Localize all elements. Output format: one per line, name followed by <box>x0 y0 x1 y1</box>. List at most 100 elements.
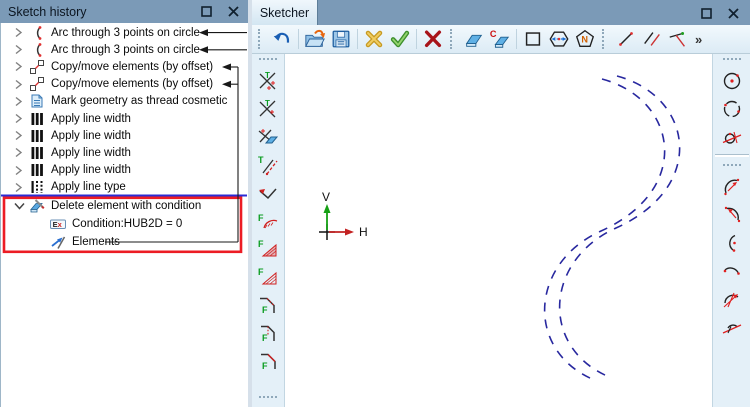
tab-sketcher[interactable]: Sketcher <box>252 0 318 25</box>
tab-sketcher-label: Sketcher <box>259 5 310 20</box>
fillet-triangle-filled-button[interactable]: F <box>255 236 281 262</box>
undo-icon <box>273 32 290 43</box>
tree-item-arc-1[interactable]: Arc through 3 points on circle <box>1 24 245 41</box>
toolbar-grip[interactable] <box>258 29 267 49</box>
tree-item-label: Apply line width <box>51 146 131 159</box>
corner-trim-icon <box>259 188 277 200</box>
line-type-icon <box>29 179 45 195</box>
save-icon <box>332 30 350 48</box>
chevron-right-icon[interactable] <box>14 79 25 90</box>
tree-item-condition[interactable]: Ex Condition:HUB2D = 0 <box>1 215 245 233</box>
cancel-yellow-icon <box>365 30 383 48</box>
fillet-triangle-button[interactable]: F <box>255 264 281 290</box>
tree-item-line-width-4[interactable]: Apply line width <box>1 162 245 179</box>
chamfer-dotted-button[interactable]: F <box>255 320 281 346</box>
chevron-right-icon[interactable] <box>14 44 25 55</box>
circle-points-button[interactable] <box>719 96 745 122</box>
arc-tangent-line-button[interactable] <box>719 314 745 340</box>
hexagon-tool-button[interactable] <box>546 27 572 51</box>
cancel-button[interactable] <box>361 27 387 51</box>
line-tool-button[interactable] <box>613 27 639 51</box>
trim-intersect-button[interactable]: T <box>255 68 281 94</box>
undo-button[interactable] <box>269 27 295 51</box>
tree-item-line-width-3[interactable]: Apply line width <box>1 144 245 161</box>
tree-item-thread-cosmetic[interactable]: Mark geometry as thread cosmetic <box>1 93 245 110</box>
axis-h-label: H <box>359 225 368 239</box>
maximize-icon <box>200 6 212 17</box>
tree-item-label: Copy/move elements (by offset) <box>51 60 214 73</box>
line-width-icon <box>29 128 45 144</box>
corner-trim-button[interactable] <box>255 180 281 206</box>
toolbar-grip[interactable] <box>450 29 459 49</box>
toolbar-grip[interactable] <box>722 164 741 171</box>
tree-item-line-width-2[interactable]: Apply line width <box>1 127 245 144</box>
open-button[interactable] <box>302 27 328 51</box>
tree-item-copy-move-1[interactable]: Copy/move elements (by offset) <box>1 58 245 75</box>
offset-line-icon: T <box>258 155 278 176</box>
toolbar-grip[interactable] <box>722 58 741 65</box>
expression-icon: Ex <box>50 216 66 232</box>
trim-intersect-alt-icon: T <box>259 99 276 118</box>
offset-curve-left <box>543 78 666 380</box>
delete-with-condition-icon <box>29 198 45 214</box>
tree-item-line-type[interactable]: Apply line type <box>1 179 245 196</box>
trim-delete-button[interactable] <box>255 124 281 150</box>
toolbar-grip[interactable] <box>602 29 611 49</box>
arc-center-dot-button[interactable] <box>719 230 745 256</box>
maximize-button[interactable] <box>199 5 213 19</box>
chevron-right-icon[interactable] <box>14 182 25 193</box>
chamfer-dashed-button[interactable]: F <box>255 292 281 318</box>
chamfer-solid-button[interactable]: F <box>255 348 281 374</box>
fillet-arc-button[interactable]: F <box>255 208 281 234</box>
line-width-icon <box>29 162 45 178</box>
tree-item-arc-2[interactable]: Arc through 3 points on circle <box>1 41 245 58</box>
toolbar-grip[interactable] <box>259 58 277 65</box>
tree-item-line-width-1[interactable]: Apply line width <box>1 110 245 127</box>
chevron-right-icon[interactable] <box>14 96 25 107</box>
toolbar-grip[interactable] <box>259 396 277 403</box>
tree-item-copy-move-2[interactable]: Copy/move elements (by offset) <box>1 76 245 93</box>
eraser-clear-button[interactable]: C <box>487 27 513 51</box>
eraser-button[interactable] <box>461 27 487 51</box>
tree-item-elements[interactable]: Elements <box>1 233 245 251</box>
arc-tangent-arrow-icon <box>723 292 738 308</box>
sketcher-canvas[interactable]: V H T T T F F F F F F <box>252 54 750 407</box>
chevron-right-icon[interactable] <box>14 147 25 158</box>
chevron-right-icon[interactable] <box>14 165 25 176</box>
tree-item-delete-with-condition[interactable]: Delete element with condition <box>1 197 245 215</box>
chevron-down-icon[interactable] <box>14 201 25 212</box>
toolbar-separator <box>357 29 358 49</box>
arc-endpoints-button[interactable] <box>719 258 745 284</box>
tree-item-label: Apply line width <box>51 164 131 177</box>
polygon-n-tool-button[interactable]: N <box>572 27 598 51</box>
chevron-right-icon[interactable] <box>14 113 25 124</box>
arc-center-arrow-alt-button[interactable] <box>719 202 745 228</box>
trim-intersect-alt-button[interactable]: T <box>255 96 281 122</box>
sketch-history-title: Sketch history <box>8 4 87 19</box>
chamfer-solid-icon: F <box>261 353 276 371</box>
close-button[interactable] <box>726 6 740 20</box>
chevron-right-icon[interactable] <box>14 61 25 72</box>
save-button[interactable] <box>328 27 354 51</box>
close-button[interactable] <box>226 5 240 19</box>
circle-center-button[interactable] <box>719 68 745 94</box>
arc-center-arrow-button[interactable] <box>719 174 745 200</box>
angle-line-tool-button[interactable] <box>665 27 691 51</box>
parallel-line-tool-button[interactable] <box>639 27 665 51</box>
eraser-clear-icon: C <box>490 29 510 48</box>
chevron-right-icon[interactable] <box>14 27 25 38</box>
arc-tangent-arrow-button[interactable] <box>719 286 745 312</box>
chevron-right-icon[interactable] <box>14 130 25 141</box>
more-chevron-icon[interactable]: » <box>695 32 702 47</box>
rectangle-tool-button[interactable] <box>520 27 546 51</box>
chamfer-dotted-icon: F <box>261 325 275 343</box>
svg-text:F: F <box>258 239 264 249</box>
maximize-button[interactable] <box>699 6 713 20</box>
circle-tangent-button[interactable] <box>719 124 745 150</box>
confirm-button[interactable] <box>387 27 413 51</box>
confirm-check-icon <box>390 30 410 48</box>
offset-line-button[interactable]: T <box>255 152 281 178</box>
toolbar-group-separator <box>714 154 749 157</box>
arc-endpoints-icon <box>723 267 740 275</box>
delete-button[interactable] <box>420 27 446 51</box>
